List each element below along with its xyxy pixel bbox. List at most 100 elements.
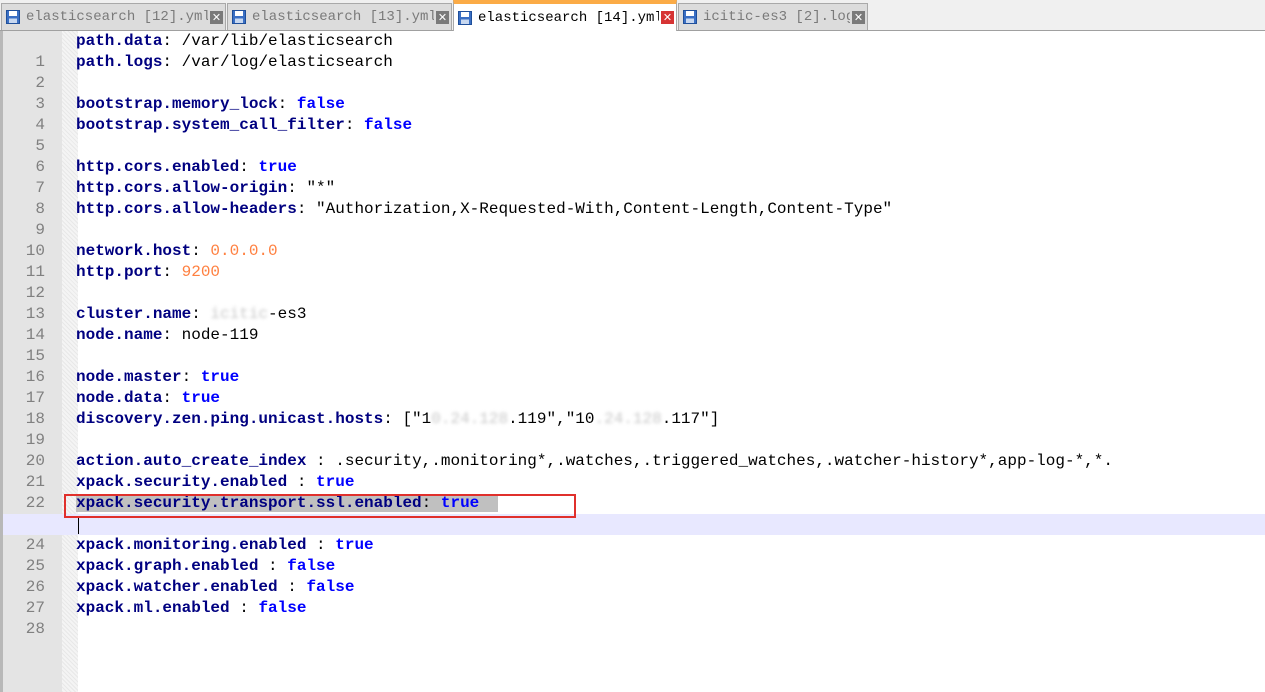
yaml-key: http.cors.enabled (76, 158, 240, 176)
yaml-key: cluster.name (76, 305, 192, 323)
code-line[interactable]: 18 node.data: true (3, 388, 1265, 428)
separator: : (162, 389, 182, 407)
code-line[interactable]: 1 path.data: /var/lib/elasticsearch (3, 31, 1265, 71)
code-line[interactable]: 9 http.cors.allow-headers: "Authorizatio… (3, 199, 1265, 239)
yaml-boolean: true (258, 158, 297, 176)
code-lines[interactable]: 1 path.data: /var/lib/elasticsearch 2 pa… (3, 31, 1265, 638)
yaml-key: network.host (76, 242, 192, 260)
yaml-value: ["1 (402, 410, 432, 428)
yaml-key: xpack.security.enabled (76, 473, 288, 491)
yaml-key: xpack.watcher.enabled (76, 578, 278, 596)
editor[interactable]: 1 path.data: /var/lib/elasticsearch 2 pa… (0, 31, 1265, 692)
code-line-selected[interactable]: 23 xpack.security.transport.ssl.enabled:… (3, 493, 1265, 533)
yaml-value: .117"] (661, 410, 720, 428)
code-line[interactable]: 8 http.cors.allow-origin: "*" (3, 178, 1265, 218)
close-tab-icon[interactable]: ✕ (661, 11, 674, 24)
separator: : (344, 116, 365, 134)
yaml-key: path.data (76, 32, 163, 50)
yaml-key: http.port (76, 263, 163, 281)
close-tab-icon[interactable]: ✕ (436, 10, 449, 24)
code-line[interactable]: 6 (3, 136, 1265, 176)
code-line[interactable]: 13 (3, 283, 1265, 323)
yaml-value: -es3 (268, 305, 307, 323)
code-line[interactable]: 15 node.name: node-119 (3, 325, 1265, 365)
code-line-current[interactable]: 24 (3, 514, 1265, 556)
yaml-key: discovery.zen.ping.unicast.hosts (76, 410, 384, 428)
save-file-icon (683, 10, 697, 24)
separator: : (306, 536, 336, 554)
yaml-boolean: true (200, 368, 240, 386)
separator: : (277, 95, 297, 113)
yaml-boolean: true (181, 389, 221, 407)
yaml-boolean: true (316, 473, 355, 491)
separator: : (162, 263, 182, 281)
tab-label: elasticsearch [14].yml (478, 9, 659, 26)
code-line[interactable]: 19 discovery.zen.ping.unicast.hosts: ["1… (3, 409, 1265, 449)
tab-bar: elasticsearch [12].yml ✕ elasticsearch [… (0, 0, 1265, 31)
tab-icitic-es3-log[interactable]: icitic-es3 [2].log ✕ (678, 3, 868, 30)
yaml-key: path.logs (76, 53, 163, 71)
code-line[interactable]: 3 (3, 73, 1265, 113)
save-file-icon (6, 10, 20, 24)
separator: : (287, 179, 307, 197)
code-line[interactable]: 10 (3, 220, 1265, 260)
redacted-text: 0.24.128 (431, 410, 509, 428)
yaml-key: bootstrap.system_call_filter (76, 116, 345, 134)
separator: : (421, 494, 441, 512)
yaml-value: /var/lib/elasticsearch (181, 32, 393, 50)
yaml-key: node.name (76, 326, 163, 344)
code-line[interactable]: 22 xpack.security.enabled : true (3, 472, 1265, 512)
tab-label: elasticsearch [12].yml (26, 9, 208, 25)
code-line[interactable]: 7 http.cors.enabled: true (3, 157, 1265, 197)
code-line[interactable]: 14 cluster.name: icitic-es3 (3, 304, 1265, 344)
separator: : (258, 557, 288, 575)
yaml-boolean: false (258, 599, 307, 617)
code-line[interactable]: 11 network.host: 0.0.0.0 (3, 241, 1265, 281)
code-line[interactable]: 27 xpack.watcher.enabled : false (3, 577, 1265, 617)
yaml-key: xpack.graph.enabled (76, 557, 259, 575)
yaml-value: "Authorization,X-Requested-With,Content-… (316, 200, 893, 218)
code-line[interactable]: 2 path.logs: /var/log/elasticsearch (3, 52, 1265, 92)
close-tab-icon[interactable]: ✕ (210, 10, 223, 24)
yaml-boolean: false (364, 116, 413, 134)
tab-elasticsearch-13[interactable]: elasticsearch [13].yml ✕ (227, 3, 452, 30)
yaml-key: node.master (76, 368, 182, 386)
code-line[interactable]: 28 xpack.ml.enabled : false (3, 598, 1265, 638)
code-line[interactable]: 16 (3, 346, 1265, 386)
yaml-value: .119","10 (508, 410, 595, 428)
separator: : (191, 242, 211, 260)
code-line[interactable]: 4 bootstrap.memory_lock: false (3, 94, 1265, 134)
code-line[interactable]: 26 xpack.graph.enabled : false (3, 556, 1265, 596)
yaml-key: xpack.security.transport.ssl.enabled (76, 494, 422, 512)
separator: : (239, 158, 259, 176)
code-line[interactable]: 20 (3, 430, 1265, 470)
separator: : (383, 410, 403, 428)
redacted-text: icitic (210, 305, 269, 323)
tab-elasticsearch-12[interactable]: elasticsearch [12].yml ✕ (1, 3, 226, 30)
tab-label: elasticsearch [13].yml (252, 9, 434, 25)
code-line[interactable]: 17 node.master: true (3, 367, 1265, 407)
save-file-icon (458, 10, 472, 25)
yaml-key: http.cors.allow-headers (76, 200, 297, 218)
separator: : (306, 452, 336, 470)
close-tab-icon[interactable]: ✕ (852, 10, 865, 24)
code-line[interactable]: 21 action.auto_create_index : .security,… (3, 451, 1265, 491)
tab-label: icitic-es3 [2].log (703, 9, 850, 25)
yaml-value: node-119 (181, 326, 259, 344)
separator: : (181, 368, 201, 386)
separator: : (277, 578, 307, 596)
yaml-key: http.cors.allow-origin (76, 179, 288, 197)
yaml-boolean: true (335, 536, 374, 554)
code-line[interactable]: 5 bootstrap.system_call_filter: false (3, 115, 1265, 155)
yaml-key: xpack.monitoring.enabled (76, 536, 307, 554)
separator: : (229, 599, 259, 617)
separator: : (191, 305, 211, 323)
separator: : (162, 53, 182, 71)
code-line[interactable]: 25 xpack.monitoring.enabled : true (3, 535, 1265, 575)
code-line[interactable]: 12 http.port: 9200 (3, 262, 1265, 302)
yaml-boolean: false (287, 557, 336, 575)
tab-elasticsearch-14[interactable]: elasticsearch [14].yml ✕ (453, 0, 677, 31)
text-caret (78, 516, 79, 534)
separator: : (162, 326, 182, 344)
yaml-value: /var/log/elasticsearch (181, 53, 393, 71)
